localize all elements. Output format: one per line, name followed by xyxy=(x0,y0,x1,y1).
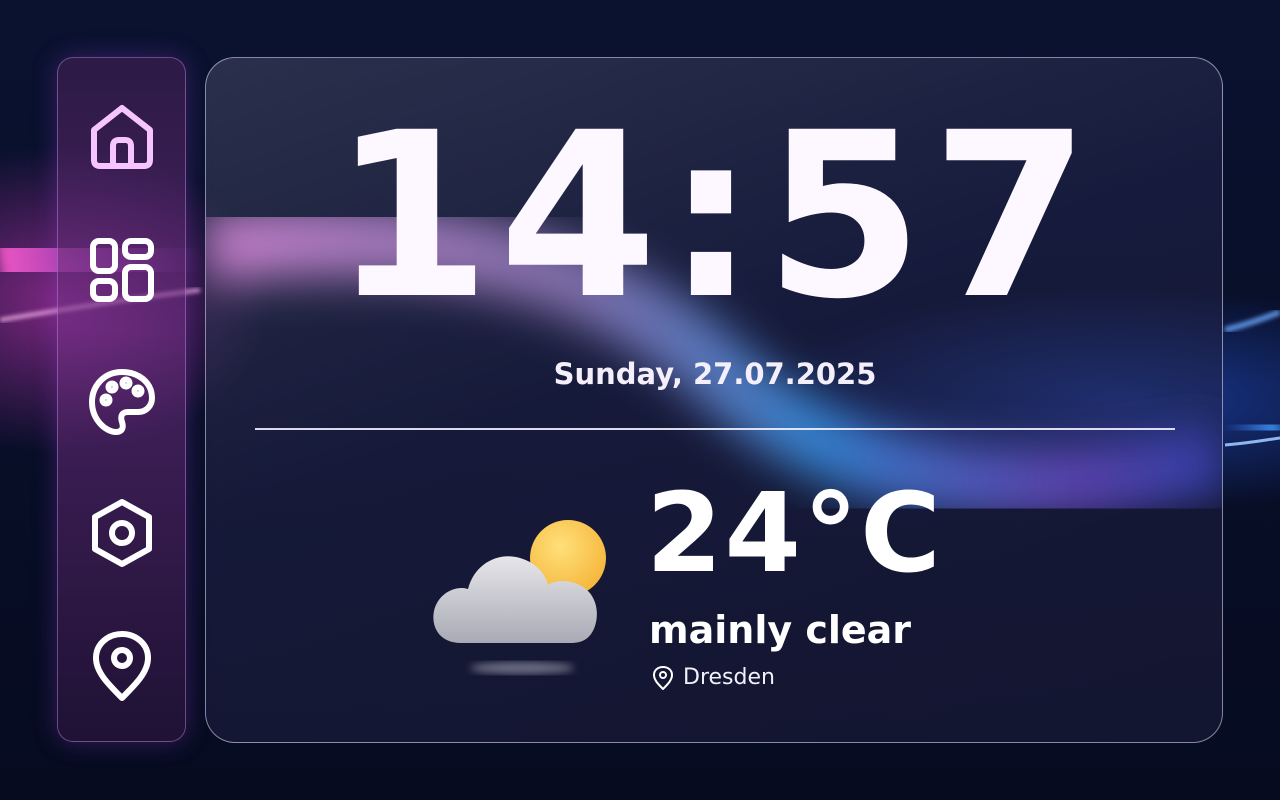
clock-weather-panel: 14:57 Sunday, 27.07.2025 24°C mainly cle… xyxy=(205,57,1223,743)
home-icon xyxy=(91,105,153,169)
weather-location: Dresden xyxy=(651,663,775,693)
weather-condition: mainly clear xyxy=(649,608,912,652)
clock-date: Sunday, 27.07.2025 xyxy=(553,357,877,391)
nav-settings-button[interactable] xyxy=(80,491,164,575)
grid-icon xyxy=(90,238,154,302)
location-pin-icon xyxy=(93,631,151,701)
sidebar xyxy=(57,57,186,742)
settings-icon xyxy=(92,499,152,567)
nav-widgets-button[interactable] xyxy=(80,228,164,312)
partly-cloudy-icon xyxy=(433,520,606,674)
map-pin-icon xyxy=(653,666,673,690)
app-screen: 14:57 Sunday, 27.07.2025 24°C mainly cle… xyxy=(0,0,1280,800)
location-name: Dresden xyxy=(683,665,775,690)
nav-home-button[interactable] xyxy=(80,94,164,178)
palette-icon xyxy=(89,369,155,435)
temperature: 24°C xyxy=(646,469,943,597)
clock-time: 14:57 xyxy=(332,83,1098,349)
nav-location-button[interactable] xyxy=(80,624,164,708)
divider xyxy=(255,428,1175,430)
nav-theme-button[interactable] xyxy=(80,360,164,444)
